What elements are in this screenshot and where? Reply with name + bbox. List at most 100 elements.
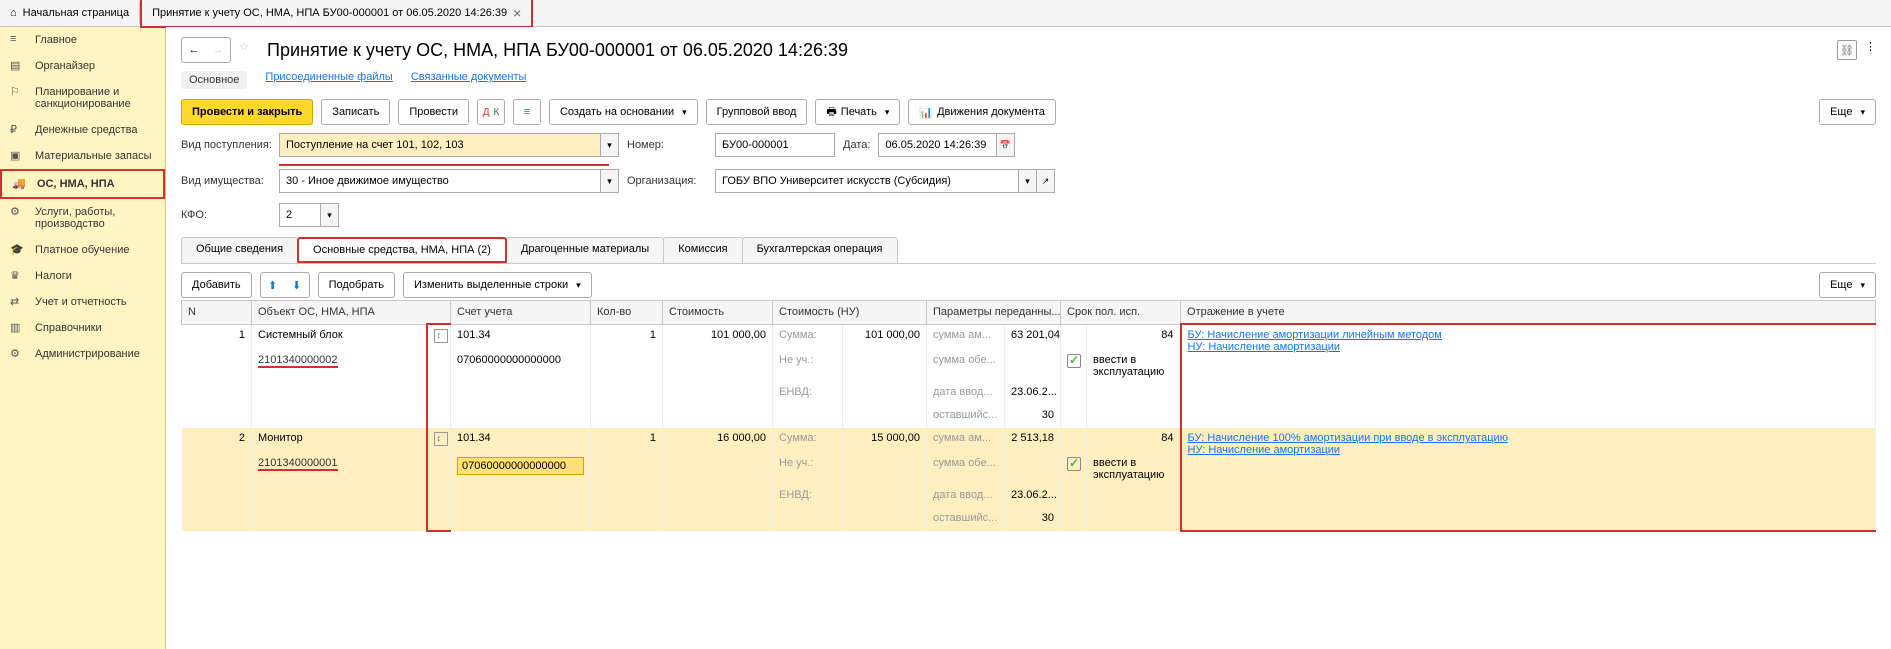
nu-value: 15 000,00 — [843, 428, 927, 453]
cell-obj-name: Монитор — [252, 428, 427, 453]
reflection-link-bu[interactable]: БУ: Начисление 100% амортизации при ввод… — [1188, 432, 1869, 444]
table-row[interactable]: 1 Системный блок 101.34 1 101 000,00 Сум… — [182, 324, 1876, 350]
marker-cell[interactable] — [427, 428, 451, 453]
number-input[interactable] — [715, 133, 835, 157]
edit-selected-button[interactable]: Изменить выделенные строки▾ — [403, 272, 592, 298]
th-srok[interactable]: Срок пол. исп. — [1061, 301, 1181, 325]
nav-organizer[interactable]: ▤Органайзер — [0, 53, 165, 79]
chevron-down-icon: ▾ — [885, 107, 890, 118]
marker-cell[interactable] — [427, 324, 451, 350]
nu-label: Сумма: — [773, 428, 843, 453]
dropdown-button[interactable]: ▾ — [601, 133, 619, 157]
inner-tabs: Общие сведения Основные средства, НМА, Н… — [181, 237, 1876, 264]
reflection-link-bu[interactable]: БУ: Начисление амортизации линейным мето… — [1188, 329, 1869, 341]
param-value: 2 513,18 — [1005, 428, 1061, 453]
cell-obj-code: 2101340000001 — [258, 457, 338, 471]
th-cost-nu[interactable]: Стоимость (НУ) — [773, 301, 927, 325]
nav-label: Справочники — [35, 322, 102, 334]
list-icon: ≡ — [524, 106, 530, 118]
calendar-icon: ▤ — [10, 59, 26, 75]
nu-label: Сумма: — [773, 324, 843, 350]
nav-taxes[interactable]: ♛Налоги — [0, 263, 165, 289]
gear-icon: ⚙ — [10, 347, 26, 363]
pick-button[interactable]: Подобрать — [318, 272, 395, 298]
param-value: 30 — [1005, 405, 1061, 428]
nav-admin[interactable]: ⚙Администрирование — [0, 341, 165, 367]
dropdown-button[interactable]: ▾ — [601, 169, 619, 193]
cell-acct2-active[interactable]: 07060000000000000 — [457, 457, 584, 475]
btn-label: Печать — [841, 106, 877, 118]
param-value: 23.06.2... — [1005, 382, 1061, 405]
nav-services[interactable]: ⚙Услуги, работы, производство — [0, 199, 165, 237]
tab-accounting[interactable]: Бухгалтерская операция — [742, 237, 898, 263]
btn-label: Еще — [1830, 106, 1852, 118]
org-input[interactable] — [715, 169, 1019, 193]
subnav-files[interactable]: Присоединенные файлы — [265, 71, 392, 89]
move-up-button[interactable]: ⬆ — [261, 273, 285, 297]
more-button[interactable]: Еще▾ — [1819, 99, 1876, 125]
nav-label: Главное — [35, 34, 77, 46]
tab-os-items[interactable]: Основные средства, НМА, НПА (2) — [297, 237, 507, 263]
post-button[interactable]: Провести — [398, 99, 469, 125]
forward-button[interactable]: → — [206, 38, 230, 62]
tab-commission[interactable]: Комиссия — [663, 237, 742, 263]
table-more-button[interactable]: Еще▾ — [1819, 272, 1876, 298]
link-icon[interactable]: ⛓ — [1837, 40, 1857, 60]
th-n[interactable]: N — [182, 301, 252, 325]
nav-education[interactable]: 🎓Платное обучение — [0, 237, 165, 263]
th-refl[interactable]: Отражение в учете — [1181, 301, 1876, 325]
subnav-main[interactable]: Основное — [181, 71, 247, 89]
tab-precious[interactable]: Драгоценные материалы — [506, 237, 664, 263]
move-down-button[interactable]: ⬇ — [285, 273, 309, 297]
favorite-icon[interactable]: ☆ — [239, 40, 259, 60]
chevron-down-icon: ▾ — [1860, 280, 1865, 291]
nav-reference[interactable]: ▥Справочники — [0, 315, 165, 341]
th-qty[interactable]: Кол-во — [591, 301, 663, 325]
open-button[interactable]: ↗ — [1037, 169, 1055, 193]
receipt-type-input[interactable] — [279, 133, 601, 157]
th-params[interactable]: Параметры переданны... — [927, 301, 1061, 325]
param-value: 30 — [1005, 508, 1061, 531]
nav-cash[interactable]: ₽Денежные средства — [0, 117, 165, 143]
dropdown-button[interactable]: ▾ — [321, 203, 339, 227]
nav-materials[interactable]: ▣Материальные запасы — [0, 143, 165, 169]
nav-os[interactable]: 🚚ОС, НМА, НПА — [0, 169, 165, 199]
calendar-button[interactable]: 📅 — [997, 133, 1015, 157]
close-icon[interactable]: × — [513, 5, 521, 21]
cell-srok: 84 — [1087, 428, 1181, 453]
post-close-button[interactable]: Провести и закрыть — [181, 99, 313, 125]
marker-icon — [434, 329, 448, 343]
movements-button[interactable]: 📊Движения документа — [908, 99, 1056, 125]
back-button[interactable]: ← — [182, 38, 206, 62]
print-button[interactable]: 🖶Печать▾ — [815, 99, 900, 125]
number-label: Номер: — [627, 139, 707, 151]
create-based-button[interactable]: Создать на основании▾ — [549, 99, 698, 125]
nav-main[interactable]: ≡Главное — [0, 27, 165, 53]
nav-planning[interactable]: ⚐Планирование и санкционирование — [0, 79, 165, 117]
th-obj[interactable]: Объект ОС, НМА, НПА — [252, 301, 451, 325]
th-acct[interactable]: Счет учета — [451, 301, 591, 325]
more-icon[interactable]: ⋮ — [1865, 40, 1876, 60]
group-input-button[interactable]: Групповой ввод — [706, 99, 808, 125]
add-row-button[interactable]: Добавить — [181, 272, 252, 298]
cell-acct: 101.34 — [451, 428, 591, 453]
tab-document[interactable]: Принятие к учету ОС, НМА, НПА БУ00-00000… — [140, 0, 533, 28]
th-cost[interactable]: Стоимость — [663, 301, 773, 325]
table-row[interactable]: 2 Монитор 101.34 1 16 000,00 Сумма: 15 0… — [182, 428, 1876, 453]
property-type-input[interactable] — [279, 169, 601, 193]
commission-checkbox[interactable] — [1067, 457, 1081, 471]
nav-reporting[interactable]: ⇄Учет и отчетность — [0, 289, 165, 315]
save-button[interactable]: Записать — [321, 99, 390, 125]
reflection-link-nu[interactable]: НУ: Начисление амортизации — [1188, 444, 1869, 456]
org-label: Организация: — [627, 175, 707, 187]
reflection-link-nu[interactable]: НУ: Начисление амортизации — [1188, 341, 1869, 353]
commission-checkbox[interactable] — [1067, 354, 1081, 368]
list-button[interactable]: ≡ — [513, 99, 541, 125]
tab-general[interactable]: Общие сведения — [181, 237, 298, 263]
dropdown-button[interactable]: ▾ — [1019, 169, 1037, 193]
subnav-related[interactable]: Связанные документы — [411, 71, 527, 89]
tab-home[interactable]: ⌂ Начальная страница — [0, 2, 140, 24]
kfo-input[interactable] — [279, 203, 321, 227]
dt-kt-button[interactable]: ДК — [477, 99, 505, 125]
date-input[interactable] — [878, 133, 997, 157]
